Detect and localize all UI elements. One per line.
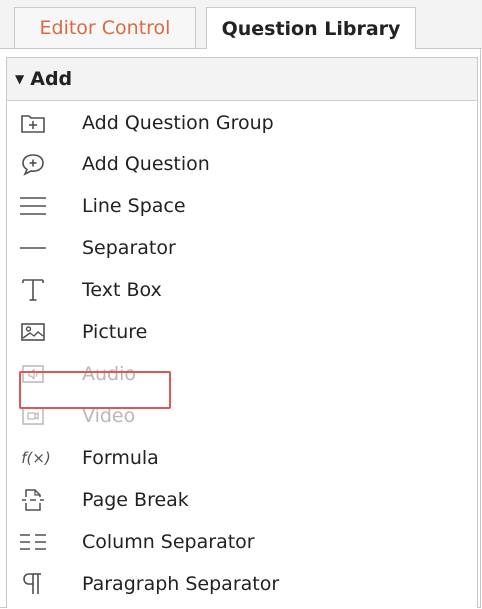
item-line-space[interactable]: Line Space	[7, 185, 477, 227]
item-add-question[interactable]: Add Question	[7, 143, 477, 185]
column-separator-icon	[19, 528, 47, 556]
formula-fx-icon: f(×)	[21, 449, 51, 467]
add-section-header[interactable]: ▼ Add	[7, 58, 477, 101]
item-separator[interactable]: Separator	[7, 227, 477, 269]
item-label: Page Break	[82, 489, 189, 511]
item-column-separator[interactable]: Column Separator	[7, 521, 477, 563]
pilcrow-icon	[19, 570, 47, 598]
item-label: Formula	[82, 447, 159, 469]
speech-bubble-plus-icon	[19, 150, 47, 178]
add-section-label: Add	[30, 68, 73, 90]
item-text-box[interactable]: Text Box	[7, 269, 477, 311]
page-break-icon	[19, 486, 47, 514]
item-label: Picture	[82, 321, 148, 343]
item-page-break[interactable]: Page Break	[7, 479, 477, 521]
item-add-question-group[interactable]: Add Question Group	[7, 102, 477, 144]
folder-plus-icon	[19, 109, 47, 137]
question-library-panel: ▼ Add Add Question Group Add Question Li…	[6, 57, 478, 608]
item-paragraph-separator[interactable]: Paragraph Separator	[7, 563, 477, 605]
item-label: Text Box	[82, 279, 162, 301]
item-label: Paragraph Separator	[82, 573, 280, 595]
tab-editor-control[interactable]: Editor Control	[14, 7, 196, 48]
caret-down-icon: ▼	[15, 72, 25, 86]
item-label: Column Separator	[82, 531, 255, 553]
item-label: Add Question Group	[82, 112, 274, 134]
tab-bar: Editor Control Question Library	[0, 0, 482, 49]
item-formula[interactable]: f(×) Formula	[7, 437, 477, 479]
text-t-icon	[19, 276, 47, 304]
tab-question-library[interactable]: Question Library	[206, 7, 416, 49]
item-picture[interactable]: Picture	[7, 311, 477, 353]
triple-lines-icon	[19, 192, 47, 220]
item-label: Line Space	[82, 195, 186, 217]
picture-highlight-box	[19, 371, 171, 409]
picture-icon	[19, 318, 47, 346]
item-label: Separator	[82, 237, 176, 259]
single-line-icon	[19, 234, 47, 262]
item-label: Add Question	[82, 153, 210, 175]
